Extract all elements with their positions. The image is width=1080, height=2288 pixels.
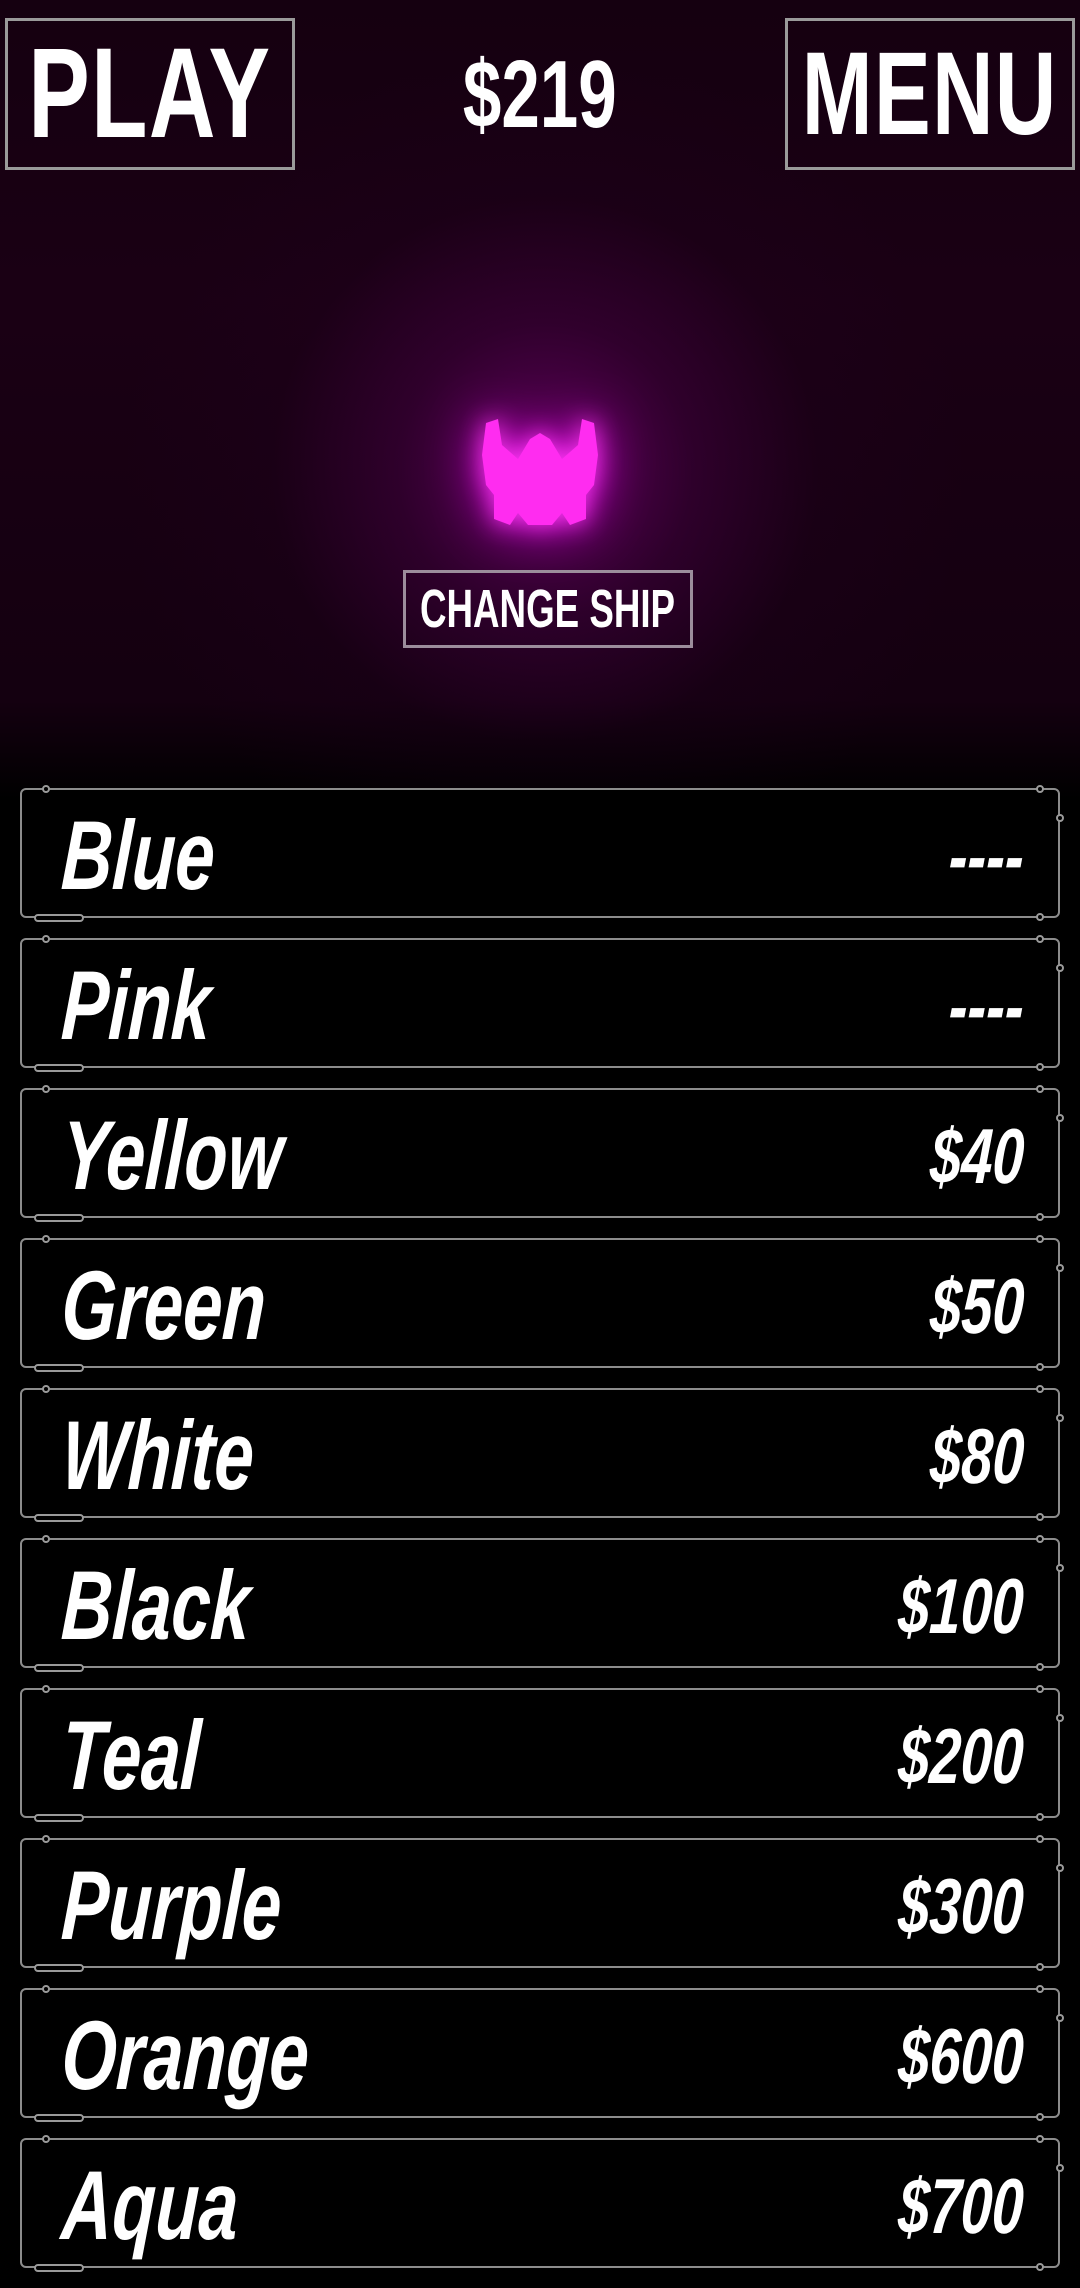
frame-rivet <box>42 1235 50 1243</box>
game-background: PLAY $219 MENU CHANGE SHIP Blue ---- Pink -… <box>0 0 1080 2280</box>
frame-rivet <box>42 1835 50 1843</box>
money-counter: $219 <box>430 40 650 150</box>
shop-item-purple[interactable]: Purple $300 <box>20 1835 1064 1972</box>
menu-button[interactable]: MENU <box>785 18 1075 170</box>
frame-rivet <box>1036 913 1044 921</box>
shop-item-price: ---- <box>946 962 1027 1050</box>
shop-item-black[interactable]: Black $100 <box>20 1535 1064 1672</box>
frame-rivet <box>1056 2014 1064 2022</box>
frame-rivet <box>42 2135 50 2143</box>
frame-rivet <box>1056 1264 1064 1272</box>
frame-rivet <box>1036 1513 1044 1521</box>
frame-rivet <box>42 1535 50 1543</box>
frame-rivet <box>1036 1663 1044 1671</box>
shop-item-green[interactable]: Green $50 <box>20 1235 1064 1372</box>
frame-rivet <box>1056 814 1064 822</box>
frame-rivet <box>1036 1085 1044 1093</box>
change-ship-label: CHANGE SHIP <box>420 579 676 639</box>
shop-item-price: $50 <box>928 1262 1027 1350</box>
shop-item-name: Teal <box>59 1700 204 1810</box>
frame-tab <box>34 1064 84 1072</box>
shop-item-price: $40 <box>928 1112 1027 1200</box>
frame-rivet <box>1036 1813 1044 1821</box>
frame-rivet <box>1056 964 1064 972</box>
shop-item-name: Orange <box>59 2000 312 2110</box>
shop-item-name: Green <box>59 1250 269 1360</box>
shop-item-price: $200 <box>896 1712 1027 1800</box>
frame-rivet <box>42 1085 50 1093</box>
money-value: $219 <box>463 41 617 148</box>
frame-rivet <box>42 1385 50 1393</box>
shop-item-blue[interactable]: Blue ---- <box>20 785 1064 922</box>
shop-item-name: Blue <box>59 800 218 910</box>
frame-rivet <box>1056 1564 1064 1572</box>
shop-item-yellow[interactable]: Yellow $40 <box>20 1085 1064 1222</box>
frame-tab <box>34 1814 84 1822</box>
frame-rivet <box>1036 2135 1044 2143</box>
shop-item-price: $80 <box>928 1412 1027 1500</box>
frame-rivet <box>1036 2263 1044 2271</box>
ship-icon <box>482 419 598 525</box>
frame-tab <box>34 2264 84 2272</box>
shop-item-name: Black <box>59 1550 254 1660</box>
frame-rivet <box>42 785 50 793</box>
play-button-label: PLAY <box>28 22 272 165</box>
shop-item-price: $600 <box>896 2012 1027 2100</box>
frame-rivet <box>1056 1414 1064 1422</box>
frame-rivet <box>1036 935 1044 943</box>
frame-tab <box>34 1964 84 1972</box>
shop-item-price: $100 <box>896 1562 1027 1650</box>
frame-rivet <box>1056 1714 1064 1722</box>
frame-rivet <box>1056 1114 1064 1122</box>
shop-item-white[interactable]: White $80 <box>20 1385 1064 1522</box>
shop-item-price: $300 <box>896 1862 1027 1950</box>
frame-tab <box>34 1364 84 1372</box>
shop-item-name: White <box>59 1400 257 1510</box>
menu-button-label: MENU <box>802 28 1058 160</box>
shop-item-price: $700 <box>896 2162 1027 2250</box>
shop-item-name: Aqua <box>59 2150 242 2260</box>
shop-item-aqua[interactable]: Aqua $700 <box>20 2135 1064 2272</box>
frame-rivet <box>1036 2113 1044 2121</box>
frame-rivet <box>1036 1685 1044 1693</box>
frame-rivet <box>1036 1213 1044 1221</box>
play-button[interactable]: PLAY <box>5 18 295 170</box>
frame-tab <box>34 1214 84 1222</box>
frame-rivet <box>1036 1363 1044 1371</box>
color-shop-list: Blue ---- Pink ---- Yellow $40 Green $50 White $8… <box>20 785 1064 2288</box>
frame-rivet <box>1036 1835 1044 1843</box>
frame-rivet <box>1036 1063 1044 1071</box>
change-ship-button[interactable]: CHANGE SHIP <box>403 570 693 648</box>
shop-item-name: Pink <box>59 950 214 1060</box>
frame-rivet <box>1056 2164 1064 2172</box>
frame-tab <box>34 1514 84 1522</box>
shop-item-name: Purple <box>59 1850 285 1960</box>
frame-rivet <box>1036 1235 1044 1243</box>
shop-item-orange[interactable]: Orange $600 <box>20 1985 1064 2122</box>
frame-rivet <box>1036 1535 1044 1543</box>
shop-item-teal[interactable]: Teal $200 <box>20 1685 1064 1822</box>
frame-rivet <box>1036 1385 1044 1393</box>
frame-rivet <box>1036 1963 1044 1971</box>
shop-item-pink[interactable]: Pink ---- <box>20 935 1064 1072</box>
frame-tab <box>34 2114 84 2122</box>
frame-rivet <box>42 1985 50 1993</box>
frame-rivet <box>1036 785 1044 793</box>
frame-tab <box>34 914 84 922</box>
frame-tab <box>34 1664 84 1672</box>
frame-rivet <box>1056 1864 1064 1872</box>
frame-rivet <box>42 935 50 943</box>
frame-rivet <box>1036 1985 1044 1993</box>
shop-item-price: ---- <box>946 812 1027 900</box>
shop-item-name: Yellow <box>59 1100 286 1210</box>
frame-rivet <box>42 1685 50 1693</box>
